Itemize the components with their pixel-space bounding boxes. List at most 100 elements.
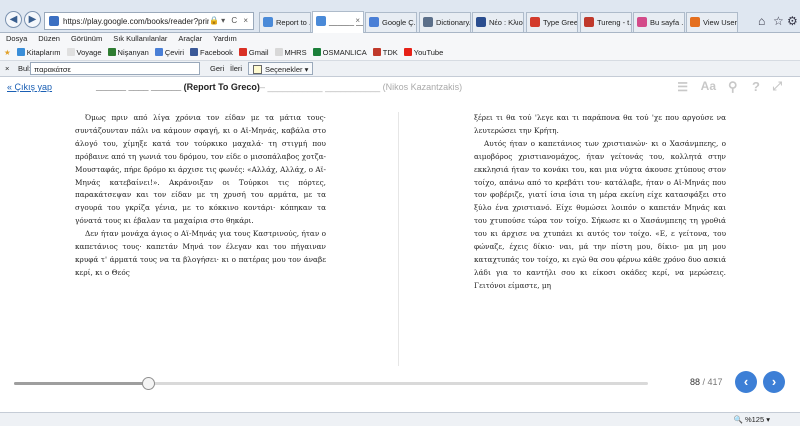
favorite-link[interactable]: YouTube <box>403 48 444 57</box>
favorite-link[interactable]: MHRS <box>274 48 307 57</box>
favorite-label: Facebook <box>199 48 233 57</box>
favorite-label: YouTube <box>413 48 444 57</box>
browser-tab[interactable]: Νέο : Κλιο... <box>472 12 524 32</box>
tab-close-icon[interactable]: × <box>355 16 360 25</box>
tab-label: Νέο : Κλιο... <box>489 18 523 27</box>
tab-label: Report to ... <box>276 18 311 27</box>
menu-item[interactable]: Görünüm <box>71 34 102 43</box>
browser-tab-strip: ◀ ▶ https://play.google.com/books/reader… <box>0 0 800 33</box>
book-paragraph: Αυτός ήταν ο καπετάνιος των χριστιανών· … <box>474 138 726 290</box>
page-separator: / <box>700 377 708 387</box>
favorite-favicon-icon <box>66 48 75 56</box>
favorites-star-icon[interactable]: ☆ <box>773 14 784 28</box>
favorite-label: Voyage <box>76 48 102 57</box>
book-paragraph: ξέρει τι θα τού 'λεγε και τι παράπονα θα… <box>474 113 726 135</box>
book-paragraph: Δεν ήταν μονάχα άγιος ο Αϊ-Μηνάς για του… <box>75 229 326 277</box>
favorite-link[interactable]: Nişanyan <box>107 48 149 57</box>
favorite-favicon-icon <box>16 48 25 56</box>
next-page-button[interactable]: › <box>763 371 785 393</box>
tab-favicon-icon <box>476 17 486 27</box>
tab-favicon-icon <box>637 17 647 27</box>
browser-tab[interactable]: Tureng - t... <box>580 12 632 32</box>
favorite-label: Kitaplarım <box>26 48 61 57</box>
tab-label: View User... <box>703 18 737 27</box>
favorite-label: Gmail <box>248 48 269 57</box>
find-label: Bul: <box>18 64 31 73</box>
favorite-label: Çeviri <box>164 48 184 57</box>
status-bar: 🔍 %125 ▾ <box>0 412 800 426</box>
home-icon[interactable]: ⌂ <box>758 14 765 28</box>
favorite-favicon-icon <box>403 48 412 56</box>
page-counter: 88 / 417 <box>690 377 723 387</box>
address-actions[interactable]: 🔒▾ C × <box>209 16 250 25</box>
zoom-level[interactable]: 🔍 %125 ▾ <box>734 415 770 424</box>
favorite-link[interactable]: Gmail <box>238 48 269 57</box>
find-close-icon[interactable]: × <box>5 64 9 73</box>
book-title: ______ ____ ______ (Report To Greco) <box>96 82 260 92</box>
text-size-icon[interactable]: Aa <box>701 79 716 93</box>
tab-label: Tureng - t... <box>597 18 632 27</box>
browser-tab[interactable]: Dictionary... <box>419 12 471 32</box>
tab-favicon-icon <box>316 16 326 26</box>
favorite-favicon-icon <box>274 48 283 56</box>
previous-page-button[interactable]: ‹ <box>735 371 757 393</box>
help-icon[interactable]: ? <box>752 79 760 94</box>
find-bar: × Bul: παρακάτσε Geri İleri Seçenekler ▾ <box>0 61 800 77</box>
right-page: ξέρει τι θα τού 'λεγε και τι παράπονα θα… <box>474 112 726 293</box>
reading-progress-bar[interactable] <box>14 377 648 390</box>
favorite-label: TDK <box>382 48 398 57</box>
total-pages: 417 <box>707 377 723 387</box>
favorite-favicon-icon <box>372 48 381 56</box>
browser-tab[interactable]: Bu sayfa ... <box>633 12 685 32</box>
highlight-pen-icon <box>253 65 262 74</box>
browser-tab[interactable]: Type Gree... <box>526 12 578 32</box>
tab-favicon-icon <box>423 17 433 27</box>
favorites-bar: ★ Kitaplarım Voyage Nişanyan Çeviri Facebook G… <box>0 46 800 61</box>
search-icon[interactable]: ⚲ <box>728 79 738 95</box>
settings-gear-icon[interactable]: ⚙ <box>787 14 798 28</box>
favorite-link[interactable]: Kitaplarım <box>16 48 61 57</box>
tab-label: Type Gree... <box>543 18 578 27</box>
favorite-favicon-icon <box>238 48 247 56</box>
forward-arrow-icon[interactable]: ▶ <box>24 11 41 28</box>
tab-favicon-icon <box>369 17 379 27</box>
browser-tab[interactable]: Report to ... <box>259 12 311 32</box>
favorite-link[interactable]: Çeviri <box>154 48 184 57</box>
reader-header: « Çıkış yap ______ ____ ______ (Report T… <box>0 77 800 97</box>
book-author: – ___________ ___________ (Nikos Kazantz… <box>260 82 463 92</box>
contents-list-icon[interactable]: ☰ <box>677 80 688 94</box>
back-arrow-icon[interactable]: ◀ <box>5 11 22 28</box>
tab-favicon-icon <box>690 17 700 27</box>
site-icon <box>49 16 59 26</box>
tab-label: Google Ç... <box>382 18 417 27</box>
favorite-link[interactable]: TDK <box>372 48 398 57</box>
favorite-favicon-icon <box>107 48 116 56</box>
menu-item[interactable]: Sık Kullanılanlar <box>113 34 167 43</box>
menu-bar: Dosya Düzen Görünüm Sık Kullanılanlar Araçla… <box>0 33 800 46</box>
favorites-star-icon[interactable]: ★ <box>4 48 11 57</box>
favorite-link[interactable]: Voyage <box>66 48 102 57</box>
find-next-button[interactable]: İleri <box>230 64 242 73</box>
browser-tab[interactable]: Google Ç... <box>365 12 417 32</box>
book-paragraph: Όμως πριν από λίγα χρόνια τον είδαν με τ… <box>75 113 326 226</box>
tab-favicon-icon <box>584 17 594 27</box>
menu-item[interactable]: Düzen <box>38 34 60 43</box>
find-options-button[interactable]: Seçenekler ▾ <box>248 62 314 75</box>
favorite-link[interactable]: OSMANLICA <box>312 48 367 57</box>
menu-item[interactable]: Araçlar <box>178 34 202 43</box>
find-previous-button[interactable]: Geri <box>210 64 224 73</box>
exit-link[interactable]: « Çıkış yap <box>7 82 52 92</box>
find-input[interactable]: παρακάτσε <box>30 62 200 75</box>
progress-slider-handle[interactable] <box>141 377 155 390</box>
address-bar[interactable]: https://play.google.com/books/reader?pri… <box>44 12 254 30</box>
zoom-value: %125 <box>744 415 765 424</box>
browser-tab[interactable]: ______ ____ ...× <box>312 11 364 33</box>
favorite-label: MHRS <box>284 48 307 57</box>
menu-item[interactable]: Dosya <box>6 34 27 43</box>
favorite-link[interactable]: Facebook <box>189 48 233 57</box>
favorite-favicon-icon <box>312 48 321 56</box>
menu-item[interactable]: Yardım <box>213 34 237 43</box>
fullscreen-icon[interactable]: ⤢ <box>772 79 782 94</box>
browser-tab[interactable]: View User... <box>686 12 738 32</box>
current-page: 88 <box>690 377 701 387</box>
